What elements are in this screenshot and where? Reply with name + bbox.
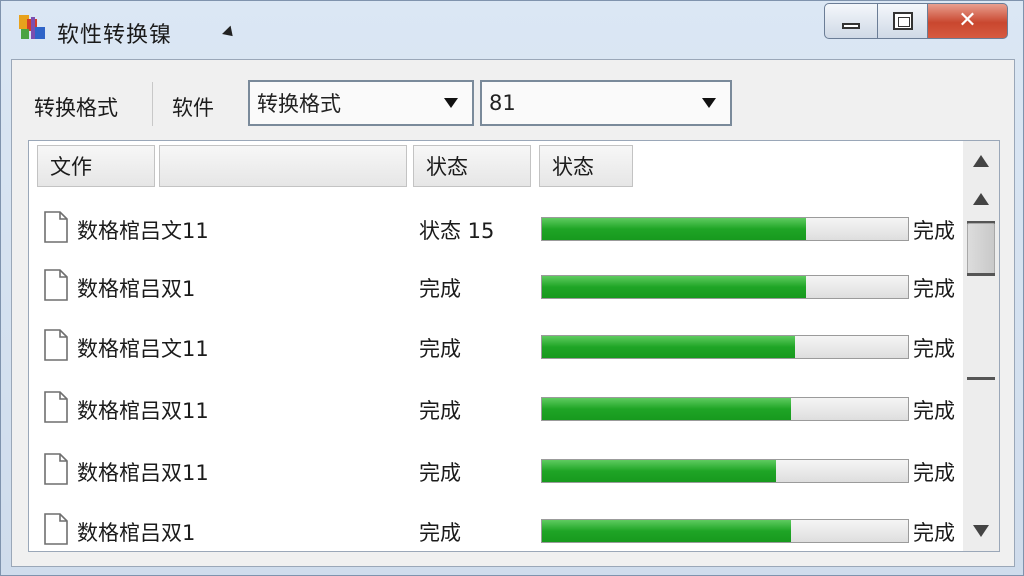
- chevron-down-icon[interactable]: [444, 98, 458, 108]
- column-header-file[interactable]: 文作: [37, 145, 155, 187]
- column-header-status-2[interactable]: 状态: [539, 145, 633, 187]
- minimize-button[interactable]: [824, 3, 878, 39]
- row-status: 状态 15: [419, 219, 495, 243]
- document-icon: [44, 211, 68, 243]
- file-name: 数格棺吕双1: [77, 521, 196, 545]
- progress-fill: [542, 398, 791, 420]
- scroll-up-icon[interactable]: [973, 193, 989, 205]
- column-header-blank[interactable]: [159, 145, 407, 187]
- software-label: 软件: [172, 96, 214, 120]
- maximize-icon: [892, 12, 913, 30]
- number-combo[interactable]: 81: [480, 80, 732, 126]
- progress-fill: [542, 460, 777, 482]
- document-icon: [44, 329, 68, 361]
- file-name: 数格棺吕双11: [77, 461, 209, 485]
- table-row[interactable]: 数格棺吕双11 完成 完成: [29, 441, 959, 501]
- title-bar[interactable]: 软性转换镍 ✕: [1, 1, 1023, 59]
- row-status: 完成: [419, 521, 461, 545]
- row-done-label: 完成: [913, 219, 955, 243]
- row-done-label: 完成: [913, 461, 955, 485]
- vertical-scrollbar[interactable]: [963, 141, 999, 551]
- table-row[interactable]: 数格棺吕文11 完成 完成: [29, 317, 959, 377]
- number-combo-value: 81: [489, 91, 516, 115]
- scroll-down-icon[interactable]: [973, 525, 989, 537]
- document-icon: [44, 269, 68, 301]
- app-window: 软性转换镍 ✕ 转换格式 软件 转换格式 81 文作 状态 状态 数格棺吕文11…: [0, 0, 1024, 576]
- progress-fill: [542, 520, 791, 542]
- progress-fill: [542, 218, 806, 240]
- row-done-label: 完成: [913, 521, 955, 545]
- window-controls: ✕: [824, 3, 1008, 39]
- app-logo-icon[interactable]: [19, 15, 47, 43]
- close-button[interactable]: ✕: [928, 3, 1008, 39]
- progress-bar: [541, 217, 909, 241]
- row-done-label: 完成: [913, 399, 955, 423]
- scroll-up-icon[interactable]: [973, 155, 989, 167]
- document-icon: [44, 513, 68, 545]
- progress-fill: [542, 336, 795, 358]
- progress-fill: [542, 276, 806, 298]
- file-name: 数格棺吕双1: [77, 277, 196, 301]
- minimize-icon: [842, 23, 860, 29]
- toolbar-separator: [152, 82, 153, 126]
- document-icon: [44, 453, 68, 485]
- window-title: 软性转换镍: [57, 23, 173, 48]
- column-header-status[interactable]: 状态: [413, 145, 531, 187]
- progress-bar: [541, 275, 909, 299]
- system-menu-arrow-icon[interactable]: [222, 25, 237, 41]
- table-row[interactable]: 数格棺吕双11 完成 完成: [29, 379, 959, 439]
- format-combo[interactable]: 转换格式: [248, 80, 474, 126]
- document-icon: [44, 391, 68, 423]
- maximize-button[interactable]: [878, 3, 928, 39]
- format-combo-value: 转换格式: [257, 92, 341, 116]
- row-done-label: 完成: [913, 337, 955, 361]
- progress-bar: [541, 459, 909, 483]
- scroll-mark: [967, 377, 995, 380]
- row-done-label: 完成: [913, 277, 955, 301]
- convert-format-label: 转换格式: [34, 96, 118, 120]
- scroll-thumb[interactable]: [967, 223, 995, 275]
- table-row[interactable]: 数格棺吕双1 完成 完成: [29, 501, 959, 551]
- close-icon: ✕: [958, 8, 977, 33]
- row-status: 完成: [419, 337, 461, 361]
- row-status: 完成: [419, 399, 461, 423]
- table-row[interactable]: 数格棺吕双1 完成 完成: [29, 257, 959, 317]
- toolbar: 转换格式 软件 转换格式 81: [12, 60, 1014, 140]
- file-name: 数格棺吕文11: [77, 219, 209, 243]
- progress-bar: [541, 397, 909, 421]
- progress-bar: [541, 519, 909, 543]
- client-area: 转换格式 软件 转换格式 81 文作 状态 状态 数格棺吕文11 状态 15 完成数…: [11, 59, 1015, 567]
- row-status: 完成: [419, 461, 461, 485]
- progress-bar: [541, 335, 909, 359]
- scroll-mark: [967, 273, 995, 276]
- file-name: 数格棺吕双11: [77, 399, 209, 423]
- chevron-down-icon[interactable]: [702, 98, 716, 108]
- conversion-list[interactable]: 文作 状态 状态 数格棺吕文11 状态 15 完成 数格棺吕双1 完成 完成 数格棺吕文11…: [28, 140, 1000, 552]
- file-name: 数格棺吕文11: [77, 337, 209, 361]
- table-row[interactable]: 数格棺吕文11 状态 15 完成: [29, 199, 959, 259]
- row-status: 完成: [419, 277, 461, 301]
